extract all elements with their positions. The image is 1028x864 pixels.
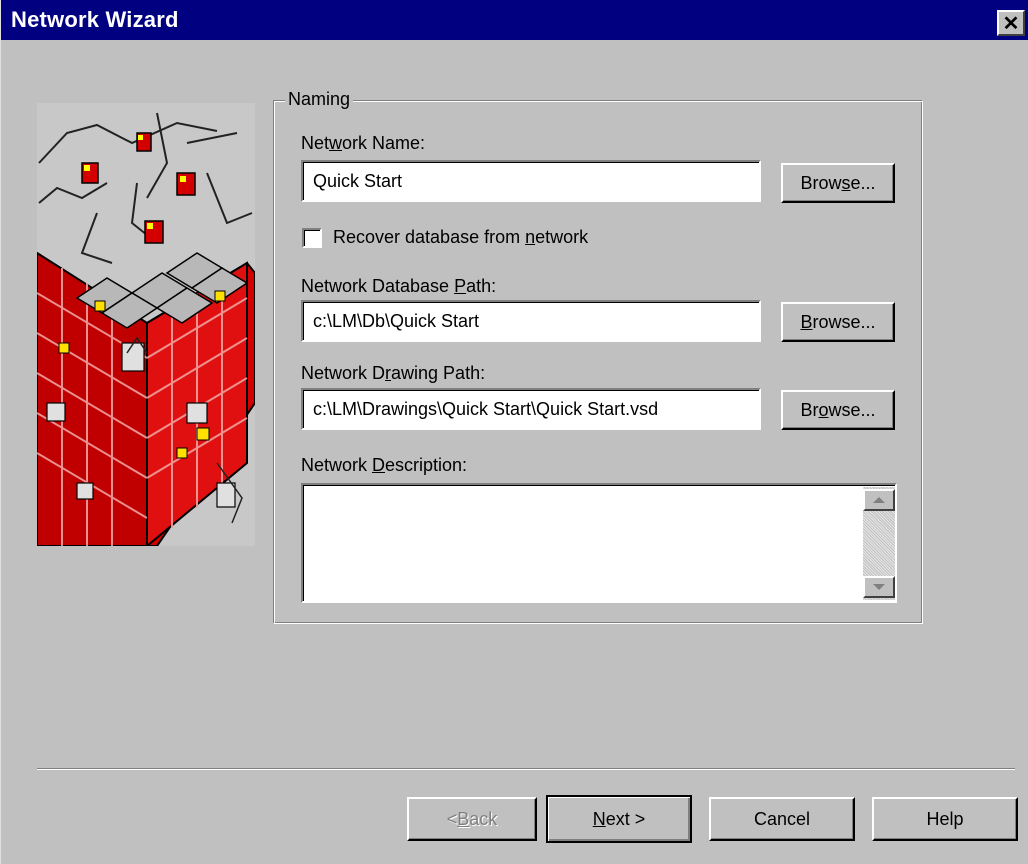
database-path-label: Network Database Path:: [301, 276, 497, 296]
cancel-button[interactable]: Cancel: [709, 797, 855, 841]
window-title: Network Wizard: [11, 7, 179, 32]
description-label: Network Description:: [301, 455, 468, 475]
scroll-up-button[interactable]: [863, 489, 895, 511]
network-name-input[interactable]: Quick Start: [301, 160, 761, 202]
browse-drawing-path-button[interactable]: Br o wse...: [781, 390, 895, 430]
close-icon: ✕: [1002, 12, 1020, 35]
naming-legend: Naming: [285, 89, 354, 110]
browse-database-path-button[interactable]: Browse...: [781, 302, 895, 342]
arrow-down-icon: [873, 584, 885, 590]
network-name-label: Network Name:: [301, 133, 426, 153]
close-button[interactable]: ✕: [997, 10, 1025, 36]
back-button[interactable]: < Back: [407, 797, 537, 841]
recover-database-label[interactable]: Recover database from network: [333, 227, 588, 248]
database-path-input[interactable]: c:\LM\Db\Quick Start: [301, 300, 761, 342]
description-scrollbar[interactable]: [863, 487, 895, 600]
title-bar[interactable]: Network Wizard ✕: [1, 0, 1028, 40]
drawing-path-input[interactable]: c:\LM\Drawings\Quick Start\Quick Start.v…: [301, 388, 761, 430]
browse-network-name-button[interactable]: Brow s e...: [781, 163, 895, 203]
next-button[interactable]: Next >: [546, 795, 692, 843]
arrow-up-icon: [873, 497, 885, 503]
network-wizard-dialog: Network Wizard ✕ Naming Network Name: Qu…: [0, 0, 1028, 864]
network-wizard-illustration: [37, 103, 255, 546]
recover-database-checkbox[interactable]: [302, 228, 322, 248]
description-textarea[interactable]: [301, 483, 897, 603]
footer-separator: [37, 768, 1015, 770]
scroll-down-button[interactable]: [863, 576, 895, 598]
help-button[interactable]: Help: [872, 797, 1018, 841]
drawing-path-label: Network Drawing Path:: [301, 363, 486, 383]
